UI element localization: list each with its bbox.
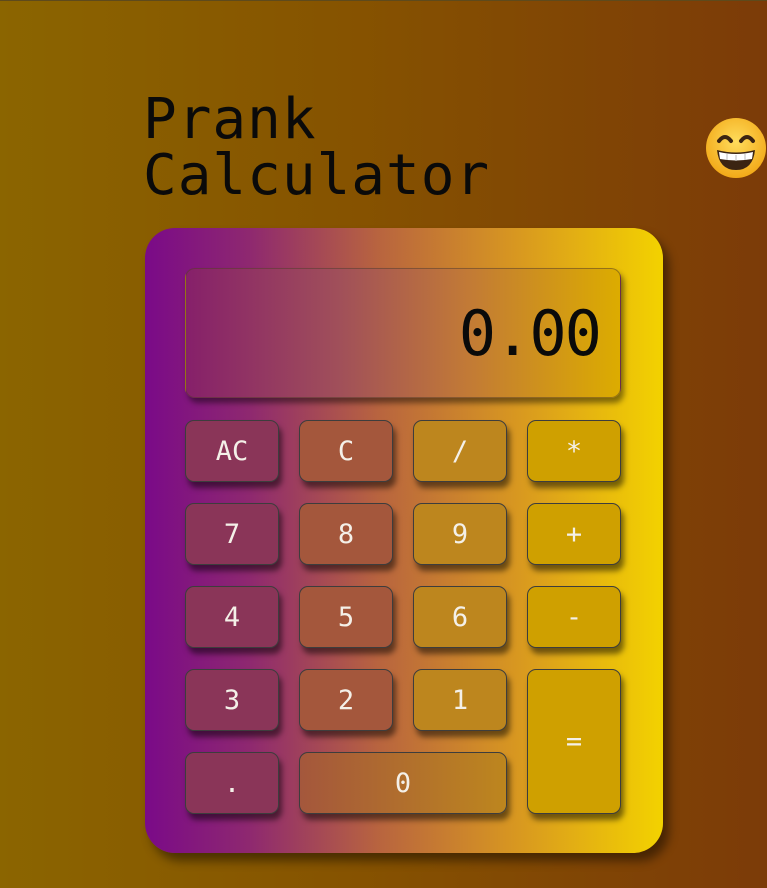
plus-button[interactable]: + — [527, 503, 621, 565]
minus-button[interactable]: - — [527, 586, 621, 648]
header: Prank Calculator — [143, 92, 767, 204]
multiply-button[interactable]: * — [527, 420, 621, 482]
digit-5-button[interactable]: 5 — [299, 586, 393, 648]
calculator-display: 0.00 — [185, 268, 621, 398]
digit-7-button[interactable]: 7 — [185, 503, 279, 565]
equals-button[interactable]: = — [527, 669, 621, 814]
digit-9-button[interactable]: 9 — [413, 503, 507, 565]
digit-8-button[interactable]: 8 — [299, 503, 393, 565]
digit-2-button[interactable]: 2 — [299, 669, 393, 731]
grinning-face-emoji-icon — [705, 117, 767, 179]
top-border — [0, 0, 767, 1]
digit-3-button[interactable]: 3 — [185, 669, 279, 731]
keypad: AC C / * 7 8 9 + 4 5 6 - 3 2 1 = . 0 — [185, 420, 623, 814]
calculator: 0.00 AC C / * 7 8 9 + 4 5 6 - 3 2 1 = . … — [145, 228, 663, 853]
digit-1-button[interactable]: 1 — [413, 669, 507, 731]
digit-0-button[interactable]: 0 — [299, 752, 507, 814]
digit-6-button[interactable]: 6 — [413, 586, 507, 648]
display-value: 0.00 — [458, 296, 602, 370]
digit-4-button[interactable]: 4 — [185, 586, 279, 648]
divide-button[interactable]: / — [413, 420, 507, 482]
all-clear-button[interactable]: AC — [185, 420, 279, 482]
decimal-button[interactable]: . — [185, 752, 279, 814]
clear-button[interactable]: C — [299, 420, 393, 482]
page-title: Prank Calculator — [143, 87, 491, 208]
